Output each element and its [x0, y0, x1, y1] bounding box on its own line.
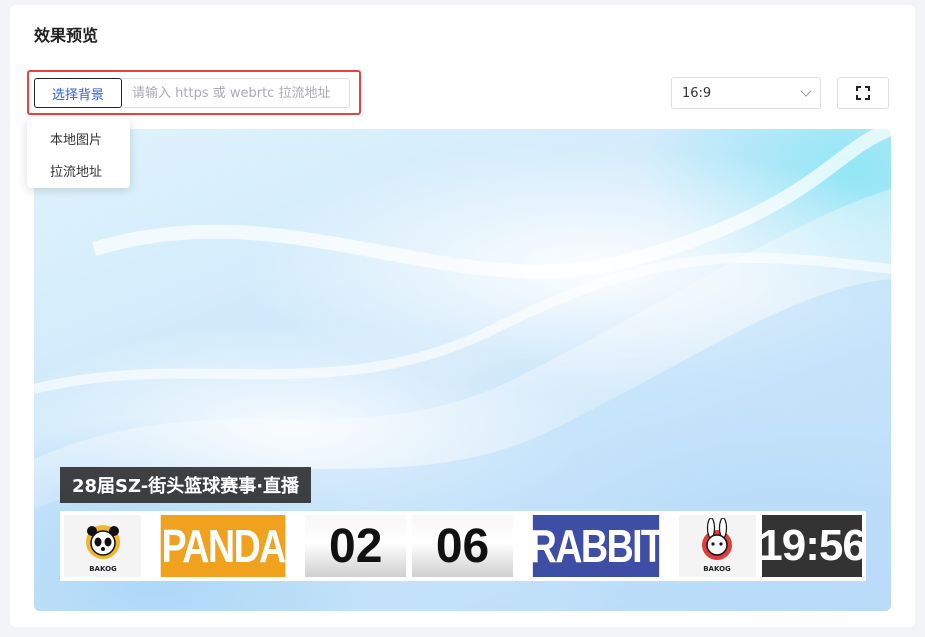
scoreboard: BAKOG PANDA 02 06 RABBIT BAKOG 19:56 — [60, 511, 867, 581]
away-team-score: 06 — [412, 515, 513, 577]
background-dropdown: 本地图片 拉流地址 — [27, 118, 130, 188]
panda-logo-icon: BAKOG — [85, 525, 120, 573]
preview-canvas: 28届SZ-街头篮球赛事·直播 BAKOG PANDA 02 06 RABBIT — [34, 129, 891, 611]
chevron-down-icon — [800, 85, 812, 97]
away-team-name: RABBIT — [530, 515, 664, 577]
aspect-ratio-select[interactable]: 16:9 — [671, 77, 821, 109]
away-logo-text: BAKOG — [704, 565, 732, 573]
home-team-score: 02 — [305, 515, 407, 577]
aspect-ratio-value: 16:9 — [682, 85, 712, 101]
game-clock: 19:56 — [758, 515, 867, 577]
section-title: 效果预览 — [34, 26, 99, 45]
fullscreen-button[interactable] — [837, 77, 889, 109]
home-team-logo: BAKOG — [64, 515, 142, 577]
away-team-logo: BAKOG — [678, 515, 757, 577]
home-team-name: PANDA — [160, 515, 286, 577]
fullscreen-icon — [856, 86, 870, 100]
home-logo-text: BAKOG — [89, 565, 117, 573]
select-background-button[interactable]: 选择背景 — [34, 78, 122, 108]
dropdown-item-local-image[interactable]: 本地图片 — [27, 122, 130, 154]
stream-url-input[interactable] — [122, 78, 350, 108]
dropdown-item-stream-url[interactable]: 拉流地址 — [27, 154, 130, 186]
match-title: 28届SZ-街头篮球赛事·直播 — [60, 467, 312, 503]
rabbit-logo-icon: BAKOG — [702, 518, 733, 573]
